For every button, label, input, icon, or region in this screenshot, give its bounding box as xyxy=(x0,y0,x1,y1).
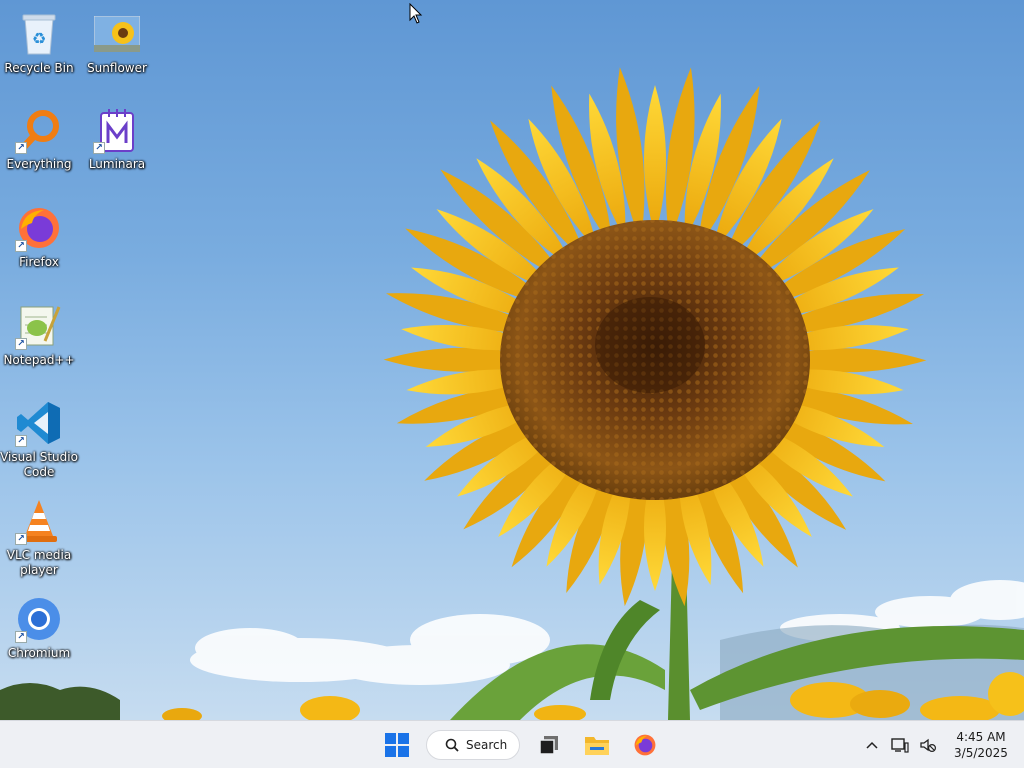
notepadpp-icon: ↗ xyxy=(15,302,63,350)
image-file-icon xyxy=(93,10,141,58)
vscode-icon: ↗ xyxy=(15,399,63,447)
desktop-icon-vscode[interactable]: ↗ Visual Studio Code xyxy=(0,399,78,480)
desktop-icon-label: Notepad++ xyxy=(3,353,75,367)
taskbar-search-box[interactable]: Search xyxy=(426,730,520,760)
luminara-icon: ↗ xyxy=(93,106,141,154)
desktop-icon-label: Visual Studio Code xyxy=(0,450,78,479)
shortcut-arrow-icon: ↗ xyxy=(15,533,27,545)
vlc-cone-icon: ↗ xyxy=(15,497,63,545)
mouse-cursor-icon xyxy=(409,2,423,29)
chromium-icon: ↗ xyxy=(15,595,63,643)
shortcut-arrow-icon: ↗ xyxy=(15,338,27,350)
desktop-icon-label: Sunflower xyxy=(87,61,147,75)
search-icon xyxy=(445,738,459,752)
task-view-button[interactable] xyxy=(530,726,568,764)
desktop-icon-sunflower[interactable]: Sunflower xyxy=(78,10,156,76)
network-button[interactable] xyxy=(886,729,914,761)
taskbar-clock[interactable]: 4:45 AM 3/5/2025 xyxy=(942,729,1020,761)
desktop-icon-everything[interactable]: ↗ Everything xyxy=(0,106,78,172)
start-button[interactable] xyxy=(378,726,416,764)
desktop-icon-firefox[interactable]: ↗ Firefox xyxy=(0,204,78,270)
recycle-bin-icon: ♻ xyxy=(15,10,63,58)
desktop-icon-label: Chromium xyxy=(7,646,71,660)
desktop-icon-label: Firefox xyxy=(19,255,59,269)
desktop-icon-luminara[interactable]: ↗ Luminara xyxy=(78,106,156,172)
system-tray: 4:45 AM 3/5/2025 xyxy=(858,721,1024,769)
search-label: Search xyxy=(466,738,508,752)
sunflower-petal xyxy=(644,85,666,235)
file-explorer-icon xyxy=(585,737,609,755)
clock-date: 3/5/2025 xyxy=(954,746,1008,760)
network-monitor-icon xyxy=(891,738,909,753)
svg-text:♻: ♻ xyxy=(32,29,46,48)
desktop-icon-label: Recycle Bin xyxy=(4,61,74,75)
desktop-icon-recycle-bin[interactable]: ♻ Recycle Bin xyxy=(0,10,78,76)
shortcut-arrow-icon: ↗ xyxy=(15,631,27,643)
shortcut-arrow-icon: ↗ xyxy=(93,142,105,154)
shortcut-arrow-icon: ↗ xyxy=(15,240,27,252)
chevron-up-icon xyxy=(866,741,878,749)
shortcut-arrow-icon: ↗ xyxy=(15,142,27,154)
shortcut-arrow-icon: ↗ xyxy=(15,435,27,447)
firefox-icon xyxy=(634,734,656,756)
speaker-muted-icon xyxy=(920,738,937,753)
clock-time: 4:45 AM xyxy=(956,730,1006,744)
file-explorer-button[interactable] xyxy=(578,726,616,764)
show-hidden-icons-button[interactable] xyxy=(858,729,886,761)
desktop-icon-notepadpp[interactable]: ↗ Notepad++ xyxy=(0,302,78,368)
desktop-icon-label: Everything xyxy=(6,157,72,171)
desktop-icon-chromium[interactable]: ↗ Chromium xyxy=(0,595,78,661)
desktop-icon-label: Luminara xyxy=(88,157,146,171)
desktop-icon-label: VLC media player xyxy=(6,548,72,577)
taskbar-pinned-apps: Search xyxy=(378,721,664,769)
desktop-icon-vlc[interactable]: ↗ VLC media player xyxy=(0,497,78,578)
firefox-icon: ↗ xyxy=(15,204,63,252)
task-view-icon xyxy=(539,736,558,755)
taskbar: Search 4:45 AM 3/5/2025 xyxy=(0,720,1024,768)
firefox-taskbar-button[interactable] xyxy=(626,726,664,764)
windows-start-icon xyxy=(385,733,409,757)
everything-search-icon: ↗ xyxy=(15,106,63,154)
volume-button[interactable] xyxy=(914,729,942,761)
